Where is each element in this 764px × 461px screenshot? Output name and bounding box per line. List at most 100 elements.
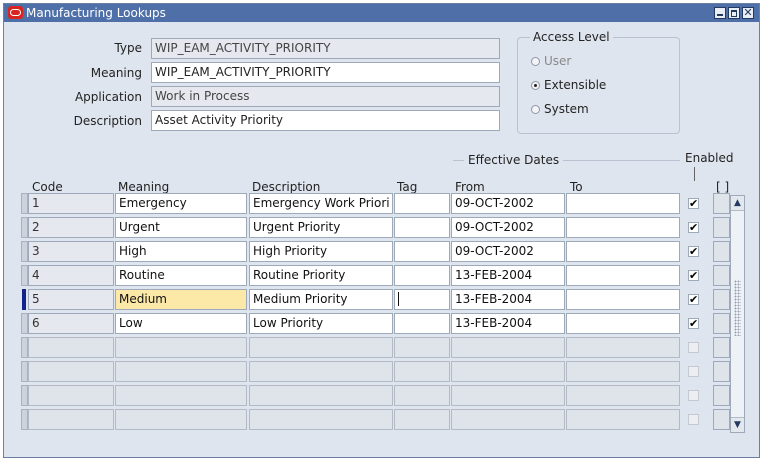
to-date-cell[interactable]	[566, 265, 680, 286]
to-date-cell[interactable]	[566, 337, 680, 358]
to-date-cell[interactable]	[566, 313, 680, 334]
description-cell[interactable]	[249, 361, 393, 382]
meaning-cell[interactable]	[115, 409, 247, 430]
access-system-radio[interactable]: System	[531, 102, 589, 116]
record-indicator[interactable]	[21, 409, 28, 430]
descriptive-flexfield-cell[interactable]	[713, 313, 730, 334]
description-cell[interactable]	[249, 385, 393, 406]
record-indicator[interactable]	[21, 265, 28, 286]
meaning-cell[interactable]: Medium	[115, 289, 247, 310]
record-indicator[interactable]	[21, 241, 28, 262]
enabled-checkbox[interactable]	[688, 342, 699, 353]
code-cell[interactable]: 3	[28, 241, 114, 262]
enabled-checkbox[interactable]: ✔	[688, 222, 699, 233]
code-cell[interactable]	[28, 385, 114, 406]
to-date-cell[interactable]	[566, 289, 680, 310]
from-date-cell[interactable]: 09-OCT-2002	[451, 193, 565, 214]
minimize-icon[interactable]	[714, 7, 726, 19]
application-field[interactable]: Work in Process	[151, 86, 500, 107]
description-cell[interactable]: Routine Priority	[249, 265, 393, 286]
description-cell[interactable]: Emergency Work Priori	[249, 193, 393, 214]
description-cell[interactable]: High Priority	[249, 241, 393, 262]
enabled-checkbox[interactable]: ✔	[688, 198, 699, 209]
meaning-cell[interactable]	[115, 361, 247, 382]
enabled-checkbox[interactable]: ✔	[688, 270, 699, 281]
access-extensible-radio[interactable]: Extensible	[531, 78, 606, 92]
enabled-checkbox[interactable]: ✔	[688, 246, 699, 257]
access-user-radio[interactable]: User	[531, 54, 571, 68]
description-field[interactable]: Asset Activity Priority	[151, 110, 500, 131]
tag-cell[interactable]	[394, 361, 450, 382]
tag-cell[interactable]	[394, 241, 450, 262]
descriptive-flexfield-cell[interactable]	[713, 361, 730, 382]
scroll-down-arrow-icon[interactable]: ▼	[731, 417, 744, 432]
from-date-cell[interactable]: 13-FEB-2004	[451, 265, 565, 286]
meaning-cell[interactable]: High	[115, 241, 247, 262]
code-cell[interactable]: 1	[28, 193, 114, 214]
close-icon[interactable]: ✕	[742, 7, 754, 19]
description-cell[interactable]: Urgent Priority	[249, 217, 393, 238]
descriptive-flexfield-cell[interactable]	[713, 385, 730, 406]
tag-cell[interactable]	[394, 217, 450, 238]
record-indicator[interactable]	[21, 313, 28, 334]
code-cell[interactable]: 5	[28, 289, 114, 310]
meaning-cell[interactable]: Routine	[115, 265, 247, 286]
code-cell[interactable]: 2	[28, 217, 114, 238]
description-cell[interactable]	[249, 337, 393, 358]
to-date-cell[interactable]	[566, 361, 680, 382]
from-date-cell[interactable]: 09-OCT-2002	[451, 217, 565, 238]
to-date-cell[interactable]	[566, 193, 680, 214]
meaning-cell[interactable]	[115, 337, 247, 358]
tag-cell[interactable]	[394, 289, 450, 310]
to-date-cell[interactable]	[566, 217, 680, 238]
record-indicator[interactable]	[21, 337, 28, 358]
from-date-cell[interactable]: 09-OCT-2002	[451, 241, 565, 262]
tag-cell[interactable]	[394, 409, 450, 430]
record-indicator[interactable]	[21, 385, 28, 406]
description-cell[interactable]: Medium Priority	[249, 289, 393, 310]
record-indicator[interactable]	[21, 361, 28, 382]
from-date-cell[interactable]	[451, 337, 565, 358]
type-field[interactable]: WIP_EAM_ACTIVITY_PRIORITY	[151, 38, 500, 59]
window-titlebar[interactable]: Manufacturing Lookups ✕	[4, 4, 759, 22]
from-date-cell[interactable]: 13-FEB-2004	[451, 313, 565, 334]
record-indicator[interactable]	[21, 193, 28, 214]
enabled-checkbox[interactable]	[688, 414, 699, 425]
tag-cell[interactable]	[394, 385, 450, 406]
record-indicator[interactable]	[21, 217, 28, 238]
descriptive-flexfield-cell[interactable]	[713, 241, 730, 262]
code-cell[interactable]	[28, 361, 114, 382]
from-date-cell[interactable]: 13-FEB-2004	[451, 289, 565, 310]
meaning-cell[interactable]: Urgent	[115, 217, 247, 238]
enabled-checkbox[interactable]: ✔	[688, 318, 699, 329]
from-date-cell[interactable]	[451, 409, 565, 430]
descriptive-flexfield-cell[interactable]	[713, 289, 730, 310]
descriptive-flexfield-cell[interactable]	[713, 337, 730, 358]
code-cell[interactable]: 6	[28, 313, 114, 334]
current-record-indicator[interactable]	[22, 289, 26, 310]
table-scrollbar[interactable]: ▲ ▼	[730, 195, 745, 433]
enabled-checkbox[interactable]: ✔	[688, 294, 699, 305]
meaning-field[interactable]: WIP_EAM_ACTIVITY_PRIORITY	[151, 62, 500, 83]
from-date-cell[interactable]	[451, 385, 565, 406]
scrollbar-grip[interactable]	[734, 280, 741, 336]
enabled-checkbox[interactable]	[688, 390, 699, 401]
tag-cell[interactable]	[394, 337, 450, 358]
tag-cell[interactable]	[394, 193, 450, 214]
to-date-cell[interactable]	[566, 241, 680, 262]
description-cell[interactable]	[249, 409, 393, 430]
descriptive-flexfield-cell[interactable]	[713, 193, 730, 214]
descriptive-flexfield-cell[interactable]	[713, 217, 730, 238]
from-date-cell[interactable]	[451, 361, 565, 382]
maximize-icon[interactable]	[728, 7, 740, 19]
scroll-up-arrow-icon[interactable]: ▲	[731, 196, 744, 211]
code-cell[interactable]	[28, 409, 114, 430]
meaning-cell[interactable]: Emergency	[115, 193, 247, 214]
tag-cell[interactable]	[394, 313, 450, 334]
enabled-checkbox[interactable]	[688, 366, 699, 377]
to-date-cell[interactable]	[566, 409, 680, 430]
meaning-cell[interactable]	[115, 385, 247, 406]
descriptive-flexfield-cell[interactable]	[713, 409, 730, 430]
code-cell[interactable]	[28, 337, 114, 358]
to-date-cell[interactable]	[566, 385, 680, 406]
